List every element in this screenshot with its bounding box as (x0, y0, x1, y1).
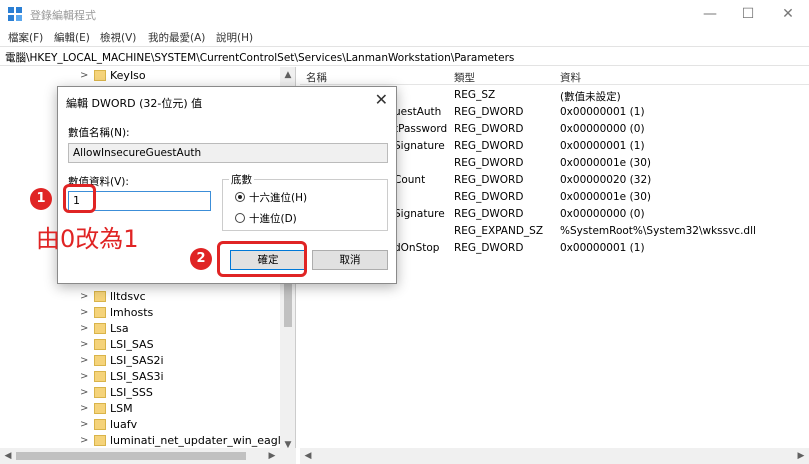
minimize-button[interactable]: — (690, 2, 730, 26)
chevron-right-icon[interactable]: > (80, 353, 90, 369)
menu-edit[interactable]: 編輯(E) (54, 30, 90, 45)
base-group: 底數 十六進位(H) 十進位(D) (222, 172, 388, 231)
folder-icon (94, 355, 106, 366)
folder-icon (94, 403, 106, 414)
tree-item[interactable]: > LSI_SAS (0, 337, 280, 353)
column-type[interactable]: 類型 (454, 70, 475, 85)
folder-icon (94, 371, 106, 382)
tree-item[interactable]: > Lsa (0, 321, 280, 337)
chevron-right-icon[interactable]: > (80, 321, 90, 337)
tree-item[interactable]: > LSI_SAS2i (0, 353, 280, 369)
address-bar[interactable]: 電腦\HKEY_LOCAL_MACHINE\SYSTEM\CurrentCont… (0, 46, 809, 66)
chevron-right-icon[interactable]: > (80, 305, 90, 321)
scroll-right-icon[interactable]: ▶ (793, 448, 809, 464)
chevron-right-icon[interactable]: > (80, 289, 90, 305)
folder-icon (94, 419, 106, 430)
step1-note: 由0改為1 (36, 225, 139, 253)
tree-item[interactable]: > LSI_SAS3i (0, 369, 280, 385)
column-data[interactable]: 資料 (560, 70, 581, 85)
chevron-right-icon[interactable]: > (80, 401, 90, 417)
folder-icon (94, 291, 106, 302)
title-bar: 登錄編輯程式 — ☐ ✕ (0, 0, 809, 28)
tree-item[interactable]: > LSI_SSS (0, 385, 280, 401)
close-window-button[interactable]: ✕ (768, 2, 808, 26)
maximize-button[interactable]: ☐ (728, 2, 768, 26)
menu-file[interactable]: 檔案(F) (8, 30, 43, 45)
step2-badge: 2 (190, 248, 212, 270)
scroll-left-icon[interactable]: ◀ (300, 448, 316, 464)
scroll-thumb[interactable] (16, 452, 246, 460)
radio-hex-label[interactable]: 十六進位(H) (249, 190, 307, 205)
base-label: 底數 (229, 172, 254, 187)
radio-decimal[interactable] (235, 213, 245, 223)
cancel-button[interactable]: 取消 (312, 250, 388, 270)
radio-hex[interactable] (235, 192, 245, 202)
step1-highlight (63, 184, 96, 213)
chevron-right-icon[interactable]: > (80, 385, 90, 401)
chevron-right-icon[interactable]: > (80, 417, 90, 433)
list-horizontal-scrollbar[interactable]: ◀ ▶ (300, 448, 809, 464)
folder-icon (94, 323, 106, 334)
value-name-label: 數值名稱(N): (68, 127, 130, 139)
list-header: 名稱 類型 資料 (300, 67, 809, 85)
scroll-left-icon[interactable]: ◀ (0, 448, 16, 464)
dialog-title: 編輯 DWORD (32-位元) 值 (66, 97, 203, 110)
chevron-right-icon[interactable]: > (80, 337, 90, 353)
scroll-right-icon[interactable]: ▶ (264, 448, 280, 464)
menu-help[interactable]: 說明(H) (216, 30, 253, 45)
folder-icon (94, 307, 106, 318)
regedit-icon (8, 7, 22, 21)
column-name[interactable]: 名稱 (306, 70, 327, 85)
tree-item[interactable]: > KeyIso (0, 68, 280, 84)
scroll-up-icon[interactable]: ▲ (280, 67, 295, 83)
chevron-right-icon[interactable]: > (80, 433, 90, 449)
chevron-right-icon[interactable]: > (80, 68, 90, 84)
menu-view[interactable]: 檢視(V) (100, 30, 136, 45)
step1-badge: 1 (30, 188, 52, 210)
tree-item[interactable]: > luminati_net_updater_win_eaglege (0, 433, 295, 449)
close-icon[interactable]: ✕ (375, 90, 388, 109)
folder-icon (94, 339, 106, 350)
value-name-field: AllowInsecureGuestAuth (68, 143, 388, 163)
step2-highlight (217, 241, 307, 277)
tree-item[interactable]: > luafv (0, 417, 280, 433)
menu-favorites[interactable]: 我的最愛(A) (148, 30, 205, 45)
tree-horizontal-scrollbar[interactable]: ◀ ▶ (0, 448, 296, 464)
folder-icon (94, 387, 106, 398)
window-title: 登錄編輯程式 (30, 9, 96, 22)
tree-item[interactable]: > LSM (0, 401, 280, 417)
chevron-right-icon[interactable]: > (80, 369, 90, 385)
folder-icon (94, 70, 106, 81)
menu-bar: 檔案(F) 編輯(E) 檢視(V) 我的最愛(A) 說明(H) (0, 28, 809, 46)
folder-icon (94, 435, 106, 446)
tree-item[interactable]: > lmhosts (0, 305, 280, 321)
tree-item[interactable]: > lltdsvc (0, 289, 280, 305)
radio-decimal-label[interactable]: 十進位(D) (249, 211, 297, 226)
